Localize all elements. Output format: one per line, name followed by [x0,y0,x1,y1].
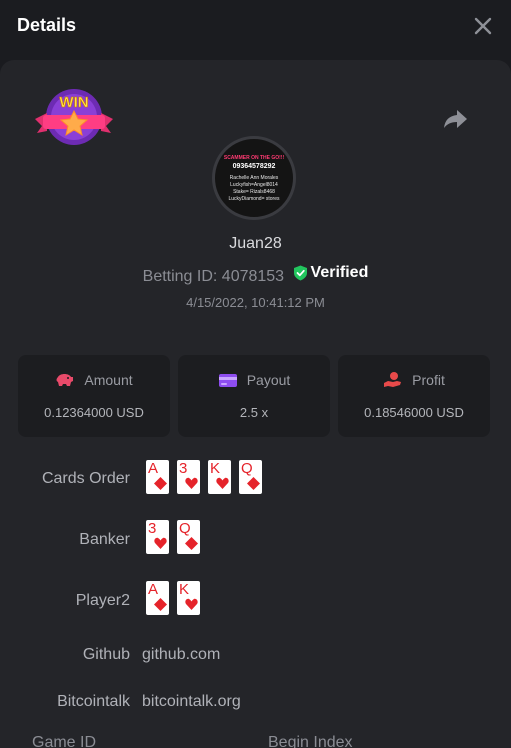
avatar-line: Stake= Rizals8468 [233,189,275,195]
card-rank: 3 [148,520,157,537]
win-badge-text: WIN [59,94,88,111]
close-icon[interactable] [473,16,493,36]
amount-value: 0.12364000 USD [44,405,144,420]
card-rank: Q [179,520,191,537]
playing-card: Q [177,520,200,554]
player2-label: Player2 [75,592,130,609]
cards-order-label: Cards Order [41,470,130,487]
payout-card: Payout 2.5 x [178,355,330,437]
verified-label: Verified [310,264,369,281]
banker-cards: 3 Q [146,520,200,554]
diamond-icon [154,477,167,490]
github-label: Github [82,646,130,663]
diamond-icon [247,477,260,490]
verified-badge: Verified [293,264,369,282]
share-icon[interactable] [442,107,468,131]
avatar-line: SCAMMER ON THE GO!!! [223,155,285,161]
playing-card: A [146,460,169,494]
playing-card: A [146,581,169,615]
card-rank: K [210,460,221,477]
payout-label: Payout [246,372,291,388]
payout-value: 2.5 x [239,405,269,420]
playing-card: 3 [177,460,200,494]
begin-index-label: Begin Index [268,734,353,748]
bitcointalk-label: Bitcointalk [57,693,130,710]
bitcointalk-link[interactable]: bitcointalk.org [142,693,241,711]
shield-check-icon [293,265,307,281]
profit-value: 0.18546000 USD [364,405,464,420]
banker-label: Banker [79,531,130,548]
heart-icon [185,477,198,489]
card-icon [218,374,237,387]
card-rank: A [148,460,159,477]
username[interactable]: Juan28 [0,235,511,253]
avatar-line: 09364578292 [232,163,276,170]
timestamp: 4/15/2022, 10:41:12 PM [186,295,325,310]
amount-card: Amount 0.12364000 USD [18,355,170,437]
profit-card: Profit 0.18546000 USD [338,355,490,437]
card-rank: A [148,581,159,598]
game-id-label: Game ID [32,734,97,748]
playing-card: Q [239,460,262,494]
profit-label: Profit [412,372,445,388]
hand-coin-icon [384,372,402,387]
card-rank: Q [241,460,253,477]
playing-card: 3 [146,520,169,554]
github-link[interactable]: github.com [142,646,220,664]
dialog-header: Details [0,0,511,60]
avatar-line: Rachelle Ann Morales [229,175,279,181]
avatar-line: Luckyfish=Angel8014 [230,182,278,188]
playing-card: K [208,460,231,494]
diamond-icon [185,537,198,550]
win-badge-icon: WIN [35,89,113,145]
heart-icon [154,537,167,549]
betting-id-line: Betting ID: 4078153 Verified [0,264,511,286]
diamond-icon [154,598,167,611]
card-rank: K [179,581,190,598]
dialog-title: Details [17,15,77,35]
card-rank: 3 [179,460,188,477]
player2-cards: A K [146,581,200,615]
avatar: SCAMMER ON THE GO!!! 09364578292 Rachell… [212,136,296,220]
cards-order: A 3 K Q [146,460,262,494]
heart-icon [216,477,229,489]
heart-icon [185,598,198,610]
pig-icon [56,374,74,386]
playing-card: K [177,581,200,615]
betting-id: Betting ID: 4078153 [142,268,285,285]
avatar-line: LuckyDiamond= stores [228,196,280,202]
amount-label: Amount [84,372,133,388]
